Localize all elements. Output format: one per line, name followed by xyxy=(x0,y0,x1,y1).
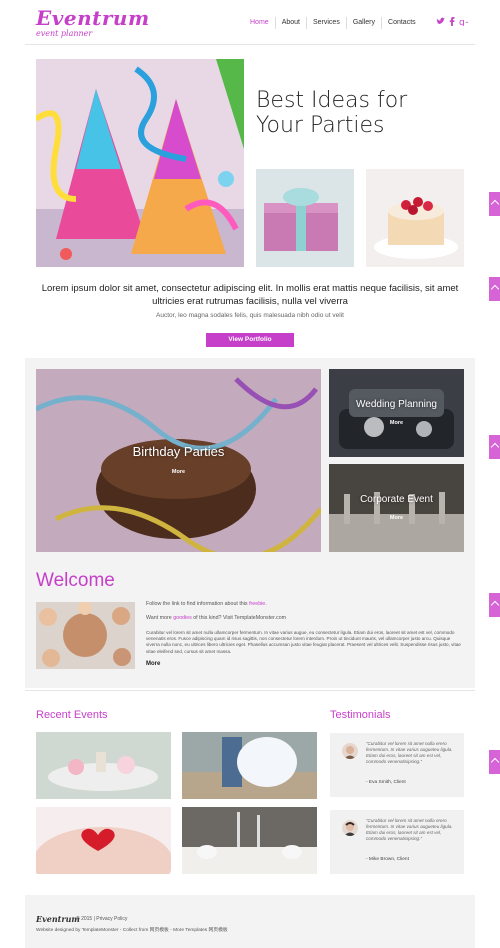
facebook-icon[interactable] xyxy=(449,17,455,26)
welcome-body-text: Curabitur vel lorem sit amet nulla ullam… xyxy=(146,630,461,654)
avatar xyxy=(342,743,358,759)
nav-home[interactable]: Home xyxy=(244,17,275,29)
tile-caption: Corporate Event xyxy=(360,494,433,505)
recent-events-title: Recent Events xyxy=(36,709,108,721)
tile-more-link[interactable]: More xyxy=(329,420,464,426)
nav-gallery[interactable]: Gallery xyxy=(345,17,381,29)
cake-image xyxy=(366,169,464,267)
testimonials-title: Testimonials xyxy=(330,709,391,721)
testimonial-quote: “Curabitur vel lorem sit amet nulla erer… xyxy=(366,741,453,764)
header-divider xyxy=(25,44,475,45)
tile-more-link[interactable]: More xyxy=(329,515,464,521)
side-scroll-tab[interactable] xyxy=(489,593,500,617)
testimonial-author: - Eva Smith, Client xyxy=(366,780,406,785)
logo[interactable]: Eventrum xyxy=(36,6,150,30)
welcome-more-link[interactable]: More xyxy=(146,661,160,667)
footer-copyright: © 2015 | Privacy Policy xyxy=(76,916,128,922)
twitter-icon[interactable] xyxy=(436,17,445,26)
testimonial-card: “Curabitur vel lorem sit amet nulla erer… xyxy=(330,733,464,797)
recent-event-image[interactable] xyxy=(36,732,171,799)
freebie-link[interactable]: freebie xyxy=(249,601,265,607)
testimonial-quote: “Curabitur vel lorem sit amet nulla erer… xyxy=(366,818,453,841)
corporate-event-tile[interactable]: Corporate Event More xyxy=(329,464,464,552)
tagline: event planner xyxy=(36,29,93,38)
hero-title: Best Ideas for Your Parties xyxy=(256,88,408,138)
svg-text:g+: g+ xyxy=(459,18,468,26)
side-scroll-tab[interactable] xyxy=(489,435,500,459)
avatar xyxy=(342,820,358,836)
friends-hands-image xyxy=(36,602,135,669)
footer-logo[interactable]: Eventrum xyxy=(36,914,80,924)
nav-contacts[interactable]: Contacts xyxy=(381,17,422,29)
tile-caption: Wedding Planning xyxy=(356,399,437,410)
welcome-freebie-line: Follow the link to find information abou… xyxy=(146,601,267,607)
birthday-parties-tile[interactable]: Birthday Parties More xyxy=(36,369,321,552)
testimonial-card: “Curabitur vel lorem sit amet nulla erer… xyxy=(330,810,464,874)
main-nav: Home About Services Gallery Contacts xyxy=(244,17,422,29)
social-links: g+ xyxy=(436,17,468,26)
footer-credit: Website designed by TemplateMonster - Co… xyxy=(36,928,228,933)
party-hats-image xyxy=(36,59,244,267)
google-plus-icon[interactable]: g+ xyxy=(459,17,468,26)
recent-event-image[interactable] xyxy=(36,807,171,874)
testimonial-author: - Mike Brown, Client xyxy=(366,857,409,862)
hero-lead-text: Lorem ipsum dolor sit amet, consectetur … xyxy=(41,283,459,307)
welcome-goodies-line: Want more goodies of this kind? Visit Te… xyxy=(146,615,287,621)
recent-event-image[interactable] xyxy=(182,732,317,799)
tile-caption: Birthday Parties xyxy=(132,444,225,459)
recent-event-image[interactable] xyxy=(182,807,317,874)
side-scroll-tab[interactable] xyxy=(489,192,500,216)
wedding-planning-tile[interactable]: Wedding Planning More xyxy=(329,369,464,457)
side-scroll-tab[interactable] xyxy=(489,277,500,301)
view-portfolio-button[interactable]: View Portfolio xyxy=(206,333,294,347)
side-scroll-tab[interactable] xyxy=(489,750,500,774)
goodies-link[interactable]: goodies xyxy=(173,615,192,621)
hero-sub-text: Auctor, leo magna sodales felis, quis ma… xyxy=(156,312,344,319)
welcome-title: Welcome xyxy=(36,570,115,591)
section-divider xyxy=(25,690,475,691)
nav-about[interactable]: About xyxy=(274,17,306,29)
nav-services[interactable]: Services xyxy=(305,17,346,29)
tile-more-link[interactable]: More xyxy=(36,469,321,475)
gift-box-image xyxy=(256,169,354,267)
